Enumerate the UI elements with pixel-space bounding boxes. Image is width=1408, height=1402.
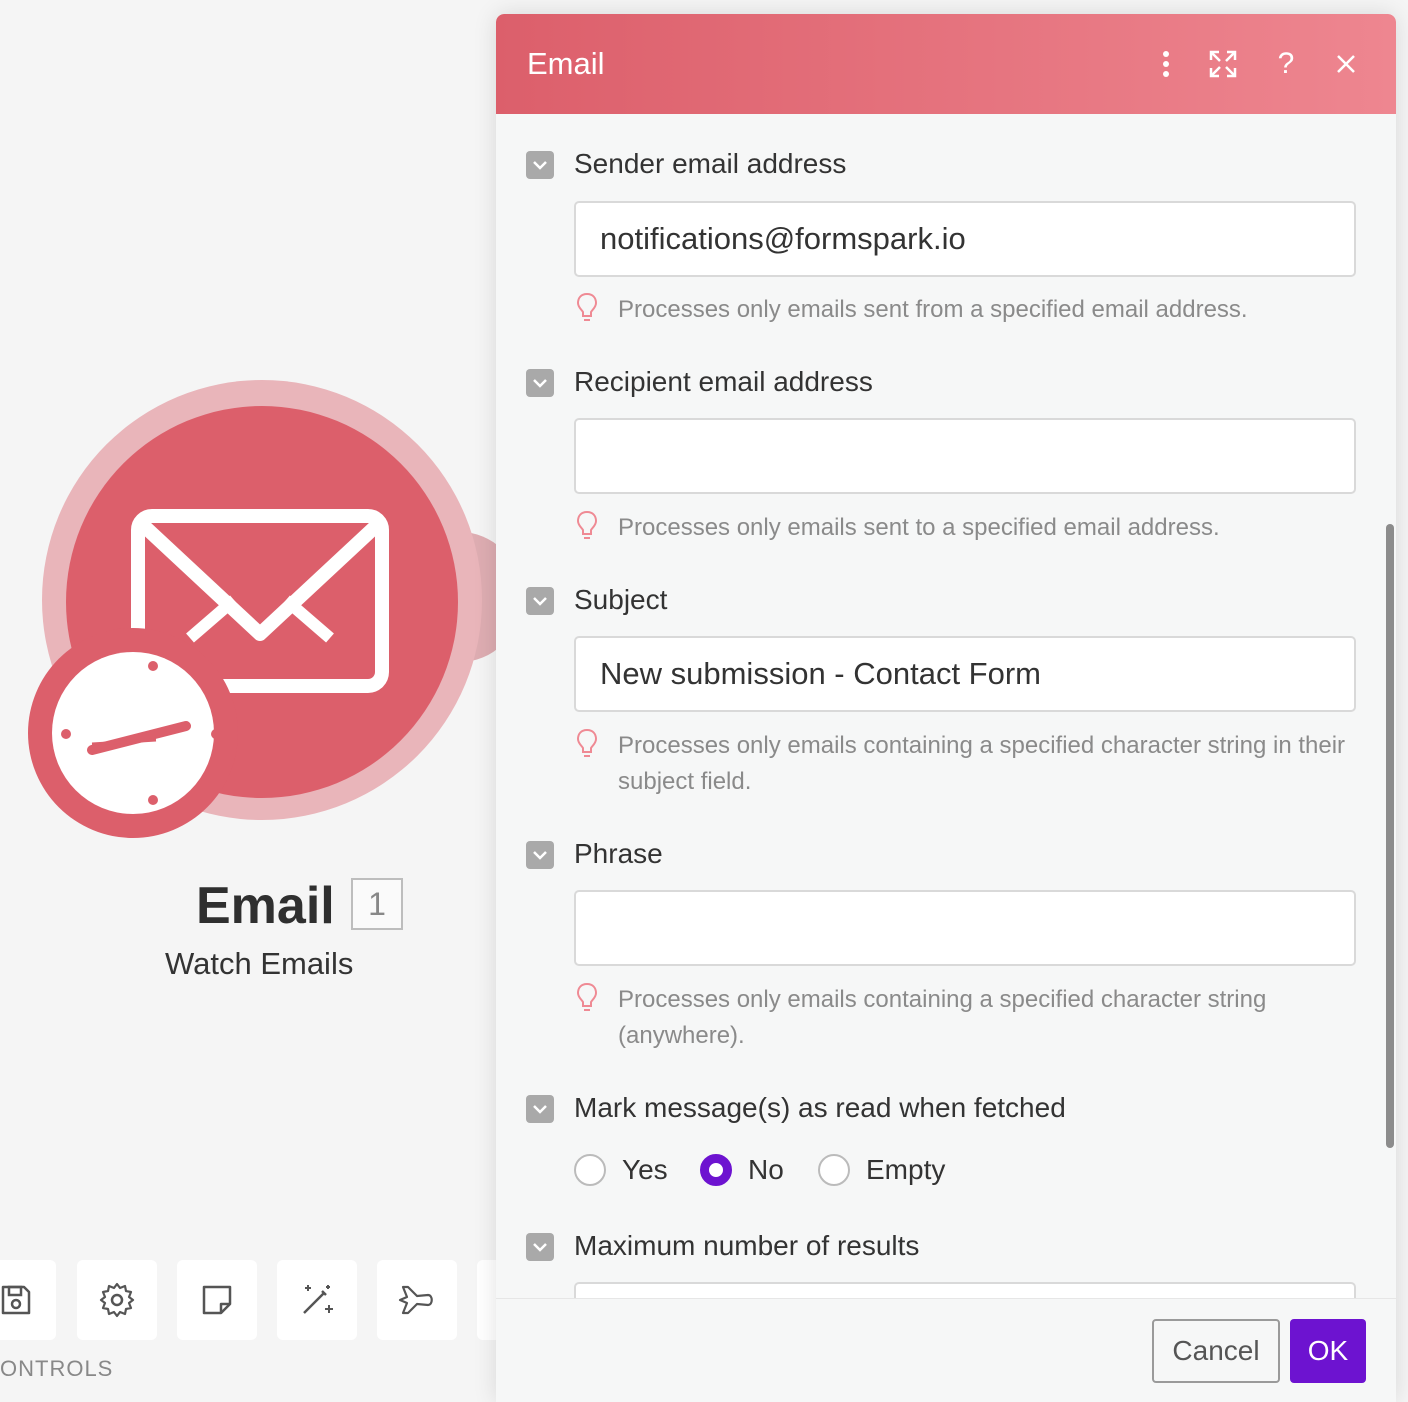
dialog-footer: Cancel OK: [496, 1298, 1396, 1402]
dialog-header: Email ?: [496, 14, 1396, 114]
phrase-input[interactable]: [574, 890, 1356, 966]
subject-input[interactable]: [574, 636, 1356, 712]
subject-toggle[interactable]: [526, 587, 554, 615]
notes-button[interactable]: [177, 1260, 257, 1340]
module-title: Email: [196, 877, 335, 935]
recipient-toggle[interactable]: [526, 369, 554, 397]
sender-label: Sender email address: [574, 148, 847, 179]
help-icon[interactable]: ?: [1266, 44, 1306, 84]
mark-read-toggle[interactable]: [526, 1095, 554, 1123]
subject-hint: Processes only emails containing a speci…: [618, 732, 1346, 795]
canvas-toolbar: [0, 1260, 507, 1340]
recipient-hint: Processes only emails sent to a specifie…: [618, 514, 1220, 541]
chevron-down-icon: [533, 161, 547, 170]
dialog-title: Email: [527, 46, 605, 81]
radio-label: Empty: [866, 1154, 946, 1185]
toolbar-section-label: ONTROLS: [0, 1356, 114, 1381]
note-icon: [202, 1285, 232, 1315]
recipient-label: Recipient email address: [574, 366, 873, 397]
radio-option-empty[interactable]: Empty: [818, 1150, 945, 1190]
cancel-button[interactable]: Cancel: [1152, 1319, 1280, 1383]
lightbulb-icon: [576, 982, 598, 1011]
radio-button[interactable]: [818, 1154, 850, 1186]
chevron-down-icon: [533, 379, 547, 388]
chevron-down-icon: [533, 1243, 547, 1252]
max-results-toggle[interactable]: [526, 1233, 554, 1261]
radio-label: No: [748, 1154, 784, 1185]
phrase-toggle[interactable]: [526, 841, 554, 869]
gear-icon: [99, 1282, 135, 1318]
radio-option-no[interactable]: No: [700, 1150, 784, 1190]
recipient-email-input[interactable]: [574, 418, 1356, 494]
sender-toggle[interactable]: [526, 151, 554, 179]
lightbulb-icon: [576, 292, 598, 321]
module-id-badge: 1: [351, 878, 403, 930]
ok-button[interactable]: OK: [1290, 1319, 1366, 1383]
phrase-label: Phrase: [574, 838, 663, 869]
sender-email-input[interactable]: [574, 201, 1356, 277]
trigger-clock-badge[interactable]: [28, 628, 238, 838]
radio-button-selected[interactable]: [700, 1154, 732, 1186]
explain-flow-button[interactable]: [377, 1260, 457, 1340]
auto-align-button[interactable]: [277, 1260, 357, 1340]
dialog-scrollbar[interactable]: [1386, 524, 1394, 1148]
floppy-disk-icon: [1, 1285, 31, 1315]
module-subtitle: Watch Emails: [165, 946, 354, 981]
airplane-icon: [398, 1285, 433, 1315]
subject-label: Subject: [574, 584, 668, 615]
close-icon[interactable]: [1326, 44, 1366, 84]
module-settings-dialog: Email ? Sender email address Processes o…: [496, 14, 1396, 1402]
lightbulb-icon: [576, 510, 598, 539]
max-results-input[interactable]: [574, 1282, 1356, 1298]
sender-hint: Processes only emails sent from a specif…: [618, 296, 1248, 323]
lightbulb-icon: [576, 728, 598, 757]
phrase-hint: Processes only emails containing a speci…: [618, 986, 1267, 1049]
radio-button[interactable]: [574, 1154, 606, 1186]
max-results-label: Maximum number of results: [574, 1230, 920, 1261]
email-module[interactable]: [20, 380, 520, 840]
mark-read-label: Mark message(s) as read when fetched: [574, 1092, 1066, 1123]
settings-button[interactable]: [77, 1260, 157, 1340]
radio-label: Yes: [622, 1154, 668, 1185]
radio-option-yes[interactable]: Yes: [574, 1150, 668, 1190]
more-vertical-icon[interactable]: [1146, 44, 1186, 84]
chevron-down-icon: [533, 851, 547, 860]
magic-wand-icon: [303, 1285, 333, 1314]
clock-icon: [52, 652, 221, 814]
expand-icon[interactable]: [1203, 44, 1243, 84]
save-button[interactable]: [0, 1260, 56, 1340]
chevron-down-icon: [533, 1105, 547, 1114]
dialog-body[interactable]: Sender email address Processes only emai…: [496, 114, 1396, 1298]
chevron-down-icon: [533, 597, 547, 606]
